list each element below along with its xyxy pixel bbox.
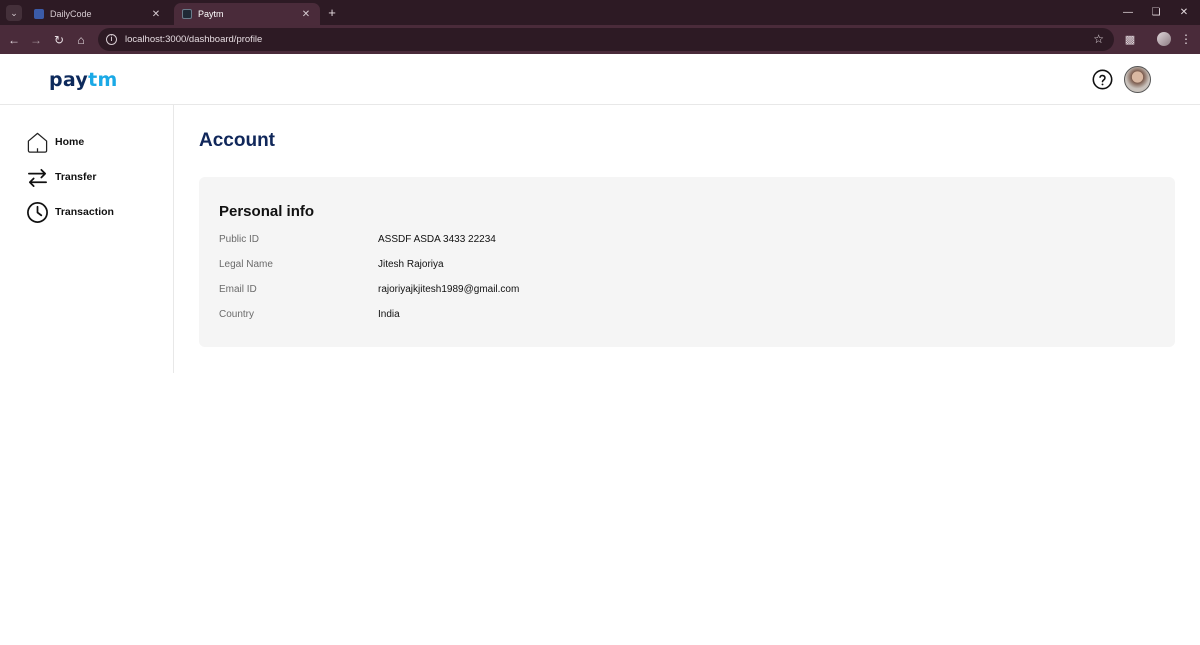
sidebar-item-transfer[interactable]: Transfer [26, 165, 96, 189]
info-label: Public ID [219, 234, 260, 245]
info-row-legal-name: Legal Name Jitesh Rajoriya [219, 259, 1119, 275]
tab-title: DailyCode [50, 9, 92, 19]
info-label: Email ID [219, 284, 257, 295]
sidebar-item-label: Home [55, 136, 85, 148]
logo-tm-text: tm [88, 69, 118, 91]
dailycode-favicon-icon [34, 9, 44, 19]
back-arrow-icon[interactable]: ← [5, 31, 23, 49]
personal-info-title: Personal info [219, 203, 315, 220]
bookmark-star-icon[interactable]: ☆ [1093, 32, 1104, 46]
forward-arrow-icon[interactable]: → [27, 31, 45, 49]
info-row-email: Email ID rajoriyajkjitesh1989@gmail.com [219, 284, 1119, 300]
sidebar-item-transaction[interactable]: Transaction [26, 200, 114, 224]
restore-icon[interactable]: ❏ [1142, 4, 1170, 20]
address-bar[interactable]: i localhost:3000/dashboard/profile ☆ [98, 28, 1114, 51]
minimize-icon[interactable]: — [1114, 4, 1142, 20]
app-header: paytm [0, 54, 1200, 105]
user-avatar[interactable] [1124, 66, 1151, 93]
tab-search-chevron-icon[interactable]: ⌄ [6, 5, 22, 21]
extensions-puzzle-icon[interactable]: ▩ [1122, 31, 1138, 47]
info-value: rajoriyajkjitesh1989@gmail.com [378, 284, 520, 295]
info-row-public-id: Public ID ASSDF ASDA 3433 22234 [219, 234, 1119, 250]
info-label: Legal Name [219, 259, 273, 270]
sidebar: Home Transfer Transaction [0, 105, 174, 373]
logo-pay-text: pay [49, 69, 89, 91]
info-value: India [378, 309, 400, 320]
page-title: Account [199, 130, 275, 151]
personal-info-card: Personal info Public ID ASSDF ASDA 3433 … [199, 177, 1175, 347]
browser-tab-paytm[interactable]: Paytm ✕ [174, 3, 320, 25]
browser-tabstrip: ⌄ DailyCode ✕ Paytm ✕ + — ❏ ✕ [0, 0, 1200, 25]
transfer-icon [28, 168, 47, 187]
browser-profile-avatar[interactable] [1157, 32, 1171, 46]
url-text[interactable]: localhost:3000/dashboard/profile [125, 34, 262, 45]
paytm-favicon-icon [182, 9, 192, 19]
home-icon [27, 132, 48, 153]
browser-menu-kebab-icon[interactable]: ⋮ [1180, 31, 1192, 47]
help-question-icon[interactable] [1092, 69, 1113, 90]
reload-icon[interactable]: ↻ [50, 31, 68, 49]
sidebar-item-label: Transfer [55, 171, 97, 183]
window-close-icon[interactable]: ✕ [1170, 4, 1198, 20]
site-info-icon[interactable]: i [106, 34, 117, 45]
close-tab-icon[interactable]: ✕ [300, 9, 312, 20]
paytm-logo[interactable]: paytm [49, 69, 118, 91]
tab-title: Paytm [198, 9, 224, 19]
browser-toolbar: ← → ↻ ⌂ i localhost:3000/dashboard/profi… [0, 25, 1200, 54]
info-value: ASSDF ASDA 3433 22234 [378, 234, 496, 245]
info-label: Country [219, 309, 255, 320]
sidebar-item-label: Transaction [55, 206, 114, 218]
close-tab-icon[interactable]: ✕ [150, 9, 162, 20]
sidebar-item-home[interactable]: Home [26, 130, 84, 154]
home-browser-icon[interactable]: ⌂ [72, 31, 90, 49]
info-value: Jitesh Rajoriya [378, 259, 444, 270]
clock-icon [27, 201, 48, 223]
new-tab-plus-icon[interactable]: + [324, 4, 340, 20]
browser-tab-dailycode[interactable]: DailyCode ✕ [26, 3, 170, 25]
info-row-country: Country India [219, 309, 1119, 325]
